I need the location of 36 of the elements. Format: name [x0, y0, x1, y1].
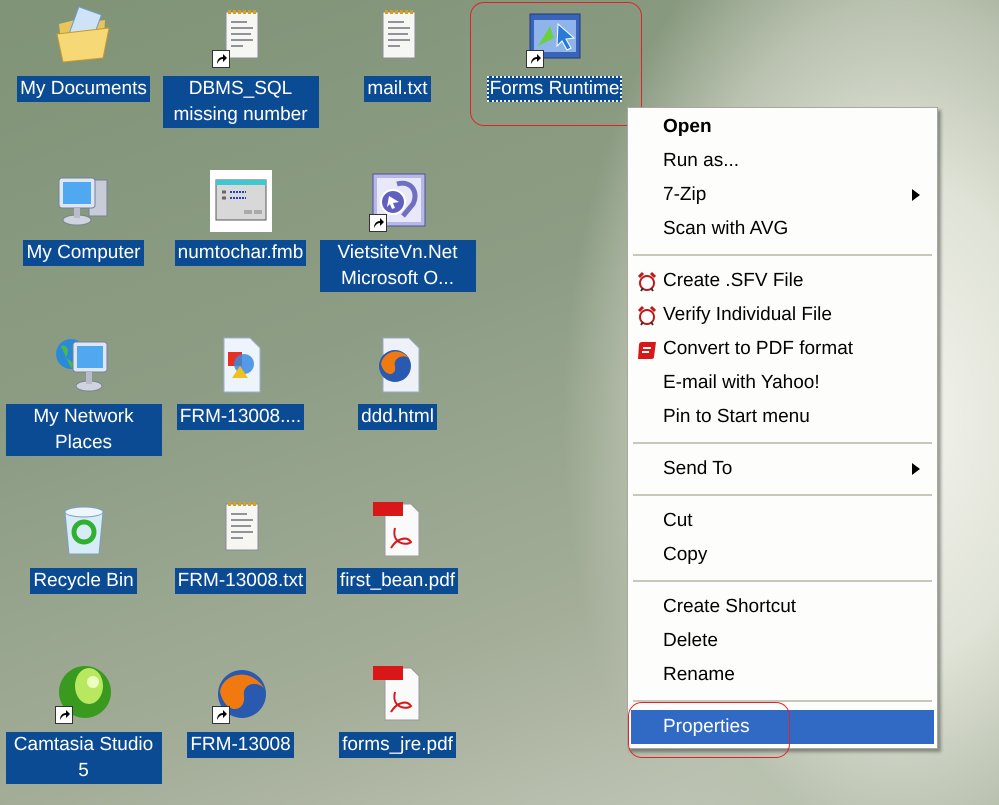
menu-item[interactable]: Rename	[631, 658, 934, 692]
desktop-icon-label[interactable]: FRM-13008....	[176, 404, 304, 430]
desktop-icon-label[interactable]: VietsiteVn.Net Microsoft O...	[320, 240, 476, 292]
desktop-icon-label[interactable]: FRM-13008	[187, 732, 294, 758]
desktop-icon-label[interactable]: Recycle Bin	[30, 568, 137, 594]
alarm-clock-icon	[636, 305, 658, 327]
desktop-icon-label[interactable]: Camtasia Studio 5	[6, 732, 162, 784]
alarm-clock-icon	[636, 271, 658, 293]
pdf-icon	[636, 339, 658, 361]
desktop-icon-label[interactable]: My Computer	[23, 240, 144, 266]
desktop-icon-label[interactable]: mail.txt	[364, 76, 431, 102]
menu-item[interactable]: Send To	[631, 452, 934, 486]
menu-item[interactable]: Delete	[631, 624, 934, 658]
desktop-icon-label[interactable]: first_bean.pdf	[336, 568, 458, 594]
menu-item[interactable]: Create Shortcut	[631, 590, 934, 624]
menu-item[interactable]: Pin to Start menu	[631, 400, 934, 434]
menu-item[interactable]: E-mail with Yahoo!	[631, 366, 934, 400]
desktop-icon-label[interactable]: numtochar.fmb	[174, 240, 306, 266]
menu-item[interactable]: Scan with AVG	[631, 212, 934, 246]
menu-item[interactable]: Properties	[631, 710, 934, 744]
desktop-icon-label[interactable]: My Network Places	[6, 404, 162, 456]
desktop-icon-label[interactable]: forms_jre.pdf	[339, 732, 456, 758]
desktop-icon-label[interactable]: Forms Runtime	[486, 76, 622, 102]
menu-item[interactable]: Run as...	[631, 144, 934, 178]
desktop-icon-label[interactable]: My Documents	[17, 76, 150, 102]
desktop-icon-label[interactable]: FRM-13008.txt	[174, 568, 306, 594]
menu-item[interactable]: Copy	[631, 538, 934, 572]
menu-item[interactable]: 7-Zip	[631, 178, 934, 212]
form-window-icon	[210, 170, 272, 232]
menu-item[interactable]: Cut	[631, 504, 934, 538]
desktop-icon-label[interactable]: ddd.html	[358, 404, 437, 430]
menu-item[interactable]: Verify Individual File	[631, 298, 934, 332]
menu-item[interactable]: Convert to PDF format	[631, 332, 934, 366]
desktop-icon-label[interactable]: DBMS_SQL missing number	[162, 76, 318, 128]
menu-item[interactable]: Open	[631, 110, 934, 144]
menu-item[interactable]: Create .SFV File	[631, 264, 934, 298]
